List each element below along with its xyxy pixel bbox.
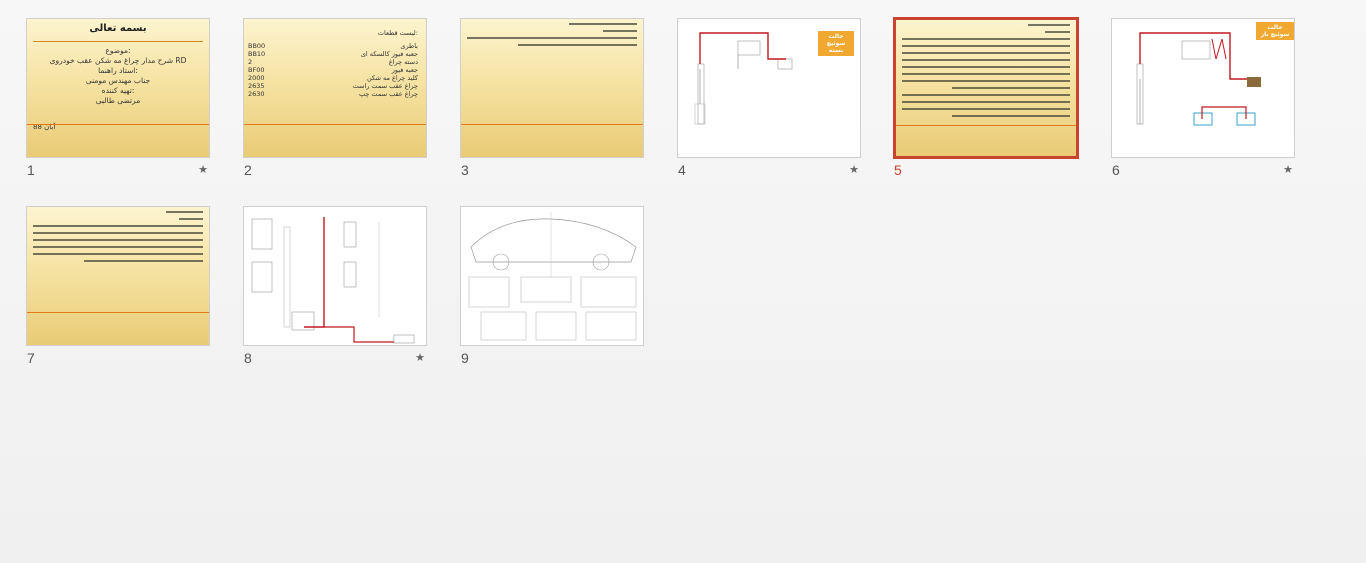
slide-number: 1 xyxy=(27,162,35,178)
slide-number: 7 xyxy=(27,350,35,366)
slide-sorter-grid: بسمه تعالی موضوع: شرح مدار چراغ مه شکن ع… xyxy=(0,0,1366,563)
part-code: BF00 xyxy=(248,66,265,74)
list-heading: لیست قطعات: xyxy=(377,29,418,37)
slide-number: 4 xyxy=(678,162,686,178)
wiring-diagram xyxy=(251,217,415,344)
slide-thumbnail[interactable]: بسمه تعالی موضوع: شرح مدار چراغ مه شکن ع… xyxy=(26,18,210,158)
slide-number: 9 xyxy=(461,350,469,366)
slide-thumbnail[interactable]: حالت سوئیچ بسته xyxy=(677,18,861,158)
part-name: جعبه فیوز کالسکه ای xyxy=(360,50,418,58)
part-code: 2000 xyxy=(248,74,265,82)
part-name: چراغ عقب سمت چپ xyxy=(358,90,418,98)
text-line: جناب مهندس مومنی xyxy=(85,76,151,85)
slide-1[interactable]: بسمه تعالی موضوع: شرح مدار چراغ مه شکن ع… xyxy=(26,18,210,188)
part-name: کلید چراغ مه شکن xyxy=(366,74,418,82)
transition-star-icon[interactable]: ★ xyxy=(1283,163,1293,176)
slide-footer: آبان 88 xyxy=(33,123,56,131)
part-code: 2630 xyxy=(248,90,265,98)
text-line: تهیه کننده: xyxy=(101,86,135,95)
list-item: BB10 جعبه فیوز کالسکه ای xyxy=(248,50,418,58)
slide-number: 5 xyxy=(894,162,902,178)
slide-4[interactable]: حالت سوئیچ بسته 4 ★ xyxy=(677,18,861,188)
slide-body xyxy=(467,23,637,51)
part-name: چراغ عقب سمت راست xyxy=(352,82,418,90)
part-code: 2 xyxy=(248,58,253,66)
slide-number: 6 xyxy=(1112,162,1120,178)
slide-thumbnail[interactable] xyxy=(26,206,210,346)
car-diagram xyxy=(468,212,637,341)
slide-body xyxy=(33,211,203,267)
slide-number: 3 xyxy=(461,162,469,178)
state-label: حالت سوئیچ باز xyxy=(1256,22,1294,40)
part-name: باطری xyxy=(400,42,418,50)
slide-thumbnail[interactable]: حالت سوئیچ باز xyxy=(1111,18,1295,158)
slide-7[interactable]: 7 xyxy=(26,206,210,376)
list-item: 2000 کلید چراغ مه شکن xyxy=(248,74,418,82)
slide-5[interactable]: 5 xyxy=(893,17,1079,187)
list-item: BB00 باطری xyxy=(248,42,418,50)
slide-body: موضوع: شرح مدار چراغ مه شکن عقب خودروی R… xyxy=(35,46,201,106)
transition-star-icon[interactable]: ★ xyxy=(415,351,425,364)
slide-title: بسمه تعالی xyxy=(89,23,147,34)
slide-body xyxy=(902,24,1070,122)
slide-8[interactable]: 8 ★ xyxy=(243,206,427,376)
slide-thumbnail[interactable] xyxy=(460,18,644,158)
list-item: BF00 جعبه فیوز xyxy=(248,66,418,74)
part-code: BB10 xyxy=(248,50,266,58)
text-line: استاد راهنما: xyxy=(98,66,138,75)
slide-number: 2 xyxy=(244,162,252,178)
transition-star-icon[interactable]: ★ xyxy=(198,163,208,176)
transition-star-icon[interactable]: ★ xyxy=(849,163,859,176)
text-line: موضوع: xyxy=(105,46,131,55)
slide-2[interactable]: لیست قطعات: BB00 باطری BB10 جعبه فیوز کالس… xyxy=(243,18,427,188)
slide-thumbnail[interactable] xyxy=(243,206,427,346)
divider xyxy=(33,41,203,42)
part-name: جعبه فیوز xyxy=(391,66,418,74)
list-item: 2630 چراغ عقب سمت چپ xyxy=(248,90,418,98)
slide-3[interactable]: 3 xyxy=(460,18,644,188)
list-item: 2635 چراغ عقب سمت راست xyxy=(248,82,418,90)
state-label: حالت سوئیچ بسته xyxy=(818,31,854,56)
slide-6[interactable]: حالت سوئیچ باز 6 ★ xyxy=(1111,18,1295,188)
text-line: مرتضی طالبی xyxy=(95,96,141,105)
part-code: BB00 xyxy=(248,42,266,50)
part-name: دسته چراغ xyxy=(388,58,418,66)
list-item: 2 دسته چراغ xyxy=(248,58,418,66)
slide-thumbnail[interactable] xyxy=(893,17,1079,159)
parts-list: لیست قطعات: BB00 باطری BB10 جعبه فیوز کالس… xyxy=(248,29,418,98)
text-line: شرح مدار چراغ مه شکن عقب خودروی RD xyxy=(49,56,187,65)
slide-thumbnail[interactable] xyxy=(460,206,644,346)
slide-9[interactable]: 9 xyxy=(460,206,644,376)
slide-number: 8 xyxy=(244,350,252,366)
slide-thumbnail[interactable]: لیست قطعات: BB00 باطری BB10 جعبه فیوز کالس… xyxy=(243,18,427,158)
part-code: 2635 xyxy=(248,82,265,90)
